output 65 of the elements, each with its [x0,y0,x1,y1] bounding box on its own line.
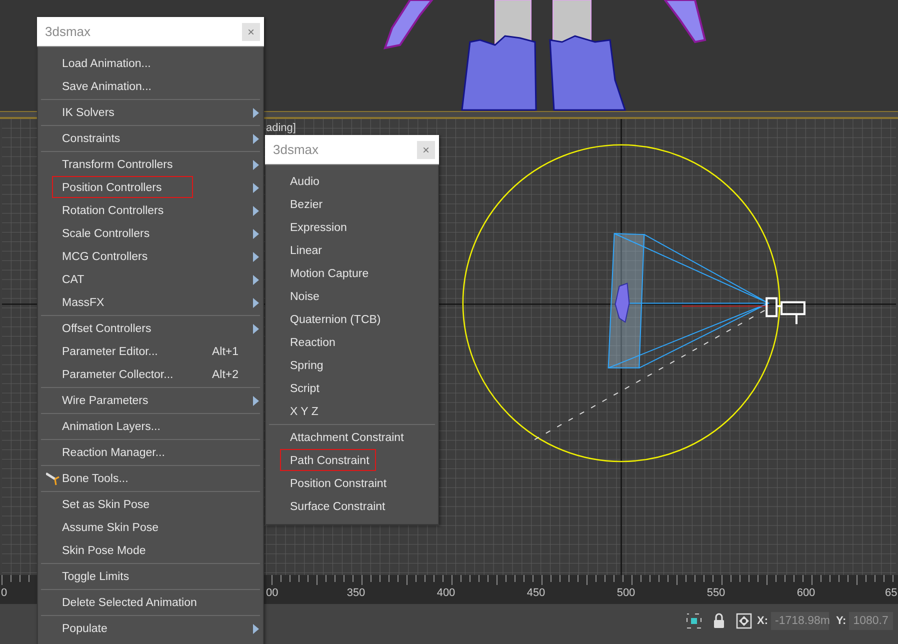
menu-item[interactable]: Wire Parameters [38,389,263,412]
frame-number: 550 [706,587,726,599]
menu-item[interactable]: Skin Pose Mode [38,539,263,562]
menu-item[interactable]: Reaction [266,331,438,354]
menu-item[interactable]: Parameter Collector... Alt+2 [38,363,263,386]
menu-item[interactable]: Attachment Constraint [266,426,438,449]
coordinate-label: Y: [836,615,846,627]
menu-item[interactable]: Delete Selected Animation [38,591,263,614]
menu-title: 3dsmax [45,24,91,39]
frame-number: 350 [346,587,366,599]
hand-drawing [663,0,706,44]
shortcut-label: Alt+1 [212,346,239,358]
menu-item[interactable]: Linear [266,239,438,262]
menu-item[interactable]: Toggle Limits [38,565,263,588]
menu-item[interactable]: Position Constraint [266,472,438,495]
close-button[interactable]: × [417,140,435,158]
menu-item[interactable]: IK Solvers [38,101,263,124]
menu-item[interactable]: Bone Tools... [38,467,263,490]
menu-item[interactable]: Constraints [38,127,263,150]
frame-number: 65 [885,587,898,599]
menu-item[interactable]: MassFX [38,291,263,314]
lock-icon[interactable] [711,613,727,629]
shortcut-label: Alt+2 [212,368,239,380]
menu-item[interactable]: Path Constraint [266,449,438,472]
menu-item[interactable]: Script [266,377,438,400]
menu-title: 3dsmax [273,142,319,157]
hand-drawing [383,0,434,50]
menu-item[interactable]: Bezier [266,193,438,216]
menu-item[interactable]: Animation Layers... [38,415,263,438]
close-button[interactable]: × [242,22,260,40]
frame-number: 00 [266,587,278,599]
menu-item[interactable]: Position Controllers [38,176,263,199]
menu-item[interactable]: Offset Controllers [38,317,263,340]
menu-item[interactable]: Reaction Manager... [38,441,263,464]
menu-item[interactable]: Populate [38,617,263,640]
menu-item[interactable]: Noise [266,285,438,308]
menu-item[interactable]: Expression [266,216,438,239]
frame-number: 500 [616,587,636,599]
menu-item[interactable]: Set as Skin Pose [38,493,263,516]
menu-item[interactable]: Quaternion (TCB) [266,308,438,331]
menu-item[interactable]: Load Animation... [38,52,263,75]
menu-item[interactable]: MCG Controllers [38,245,263,268]
frame-number: 600 [796,587,816,599]
coordinate-label: X: [757,615,768,627]
menu-item[interactable]: Motion Capture [266,262,438,285]
menu-item[interactable]: Parameter Editor... Alt+1 [38,340,263,363]
menu-item[interactable]: Scale Controllers [38,222,263,245]
selection-focus-icon[interactable] [686,613,702,629]
menu-item[interactable]: X Y Z [266,400,438,423]
bone-tool-icon [46,472,60,486]
frame-number: 450 [526,587,546,599]
menu-item[interactable]: Spring [266,354,438,377]
menu-item[interactable]: Save Animation... [38,75,263,98]
frame-number: 0 [1,587,8,599]
camera-drawing [766,297,806,326]
menu-item[interactable]: Surface Constraint [266,495,438,518]
menu-item[interactable]: CAT [38,268,263,291]
figure-drawing [614,282,630,323]
transform-mode-icon[interactable] [736,613,752,629]
menu-item[interactable]: Audio [266,170,438,193]
menu-item[interactable]: Transform Controllers [38,153,263,176]
menu-item[interactable]: Assume Skin Pose [38,516,263,539]
menu-item[interactable]: Rotation Controllers [38,199,263,222]
viewport-label[interactable]: ading] [266,123,296,134]
frame-number: 400 [436,587,456,599]
